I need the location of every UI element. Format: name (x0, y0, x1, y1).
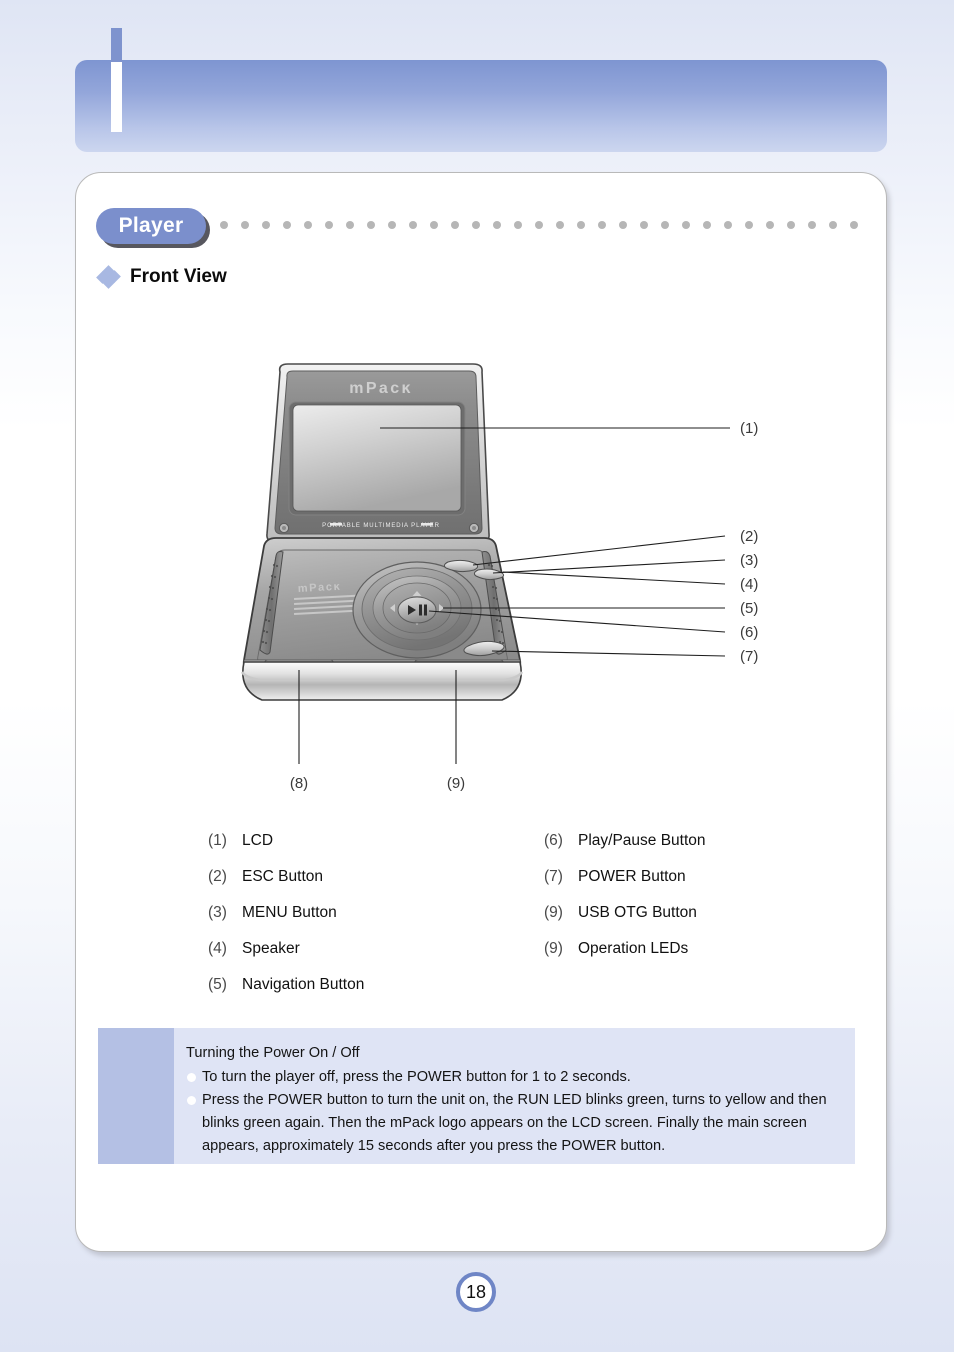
device-front-view-illustration: mPacĸ PORTABLE MULTIMEDIA PLAYER mPacĸ (… (190, 360, 790, 810)
bullet-icon (187, 1096, 196, 1105)
rule-dot (472, 221, 480, 229)
page-number-badge: 18 (456, 1272, 496, 1312)
note-title: Turning the Power On / Off (186, 1045, 360, 1061)
note-box-body: Turning the Power On / Off To turn the p… (186, 1042, 846, 1158)
legend-number: (3) (208, 904, 227, 921)
legend-row: (5) Navigation Button (208, 976, 364, 1012)
navigation-wheel (352, 561, 482, 659)
rule-dot (367, 221, 375, 229)
legend-column-left: (1) LCD (2) ESC Button (3) MENU Button (4) Spea… (208, 832, 364, 1012)
legend-label: Operation LEDs (578, 940, 689, 957)
legend-number: (7) (544, 868, 563, 885)
rule-dot (829, 221, 837, 229)
rule-dot (283, 221, 291, 229)
rule-dot (556, 221, 564, 229)
legend-row: (9) Operation LEDs (544, 940, 706, 976)
rule-dot (682, 221, 690, 229)
legend-label: LCD (242, 832, 274, 849)
dotted-rule (220, 221, 858, 230)
rule-dot (787, 221, 795, 229)
rule-dot (850, 221, 858, 229)
rule-dot (766, 221, 774, 229)
note-item: To turn the player off, press the POWER … (186, 1066, 846, 1089)
legend-row: (3) MENU Button (208, 904, 364, 940)
legend-number: (1) (208, 832, 227, 849)
callout-3: (3) (740, 552, 758, 569)
legend-label: USB OTG Button (578, 904, 697, 921)
rule-dot (409, 221, 417, 229)
rule-dot (262, 221, 270, 229)
section-tab-player[interactable]: Player (96, 208, 206, 244)
rule-dot (451, 221, 459, 229)
subheading-front-view: Front View (96, 265, 227, 289)
legend-number: (9) (544, 904, 563, 921)
note-item-text: To turn the player off, press the POWER … (202, 1069, 631, 1085)
lid-brand-logo: mPacĸ (349, 380, 413, 397)
rule-dot (325, 221, 333, 229)
rule-dot (220, 221, 228, 229)
callout-7: (7) (740, 648, 758, 665)
legend-row: (6) Play/Pause Button (544, 832, 706, 868)
legend-number: (2) (208, 868, 227, 885)
play-pause-button (397, 596, 437, 624)
rule-dot (535, 221, 543, 229)
rule-dot (388, 221, 396, 229)
note-item: Press the POWER button to turn the unit … (186, 1089, 846, 1158)
svg-text:mPacĸ: mPacĸ (298, 581, 342, 595)
rule-dot (346, 221, 354, 229)
rule-dot (661, 221, 669, 229)
legend-label: POWER Button (578, 868, 686, 885)
diamond-bullet-icon (96, 265, 121, 289)
legend-column-right: (6) Play/Pause Button (7) POWER Button (9) US… (544, 832, 706, 976)
legend-number: (6) (544, 832, 563, 849)
legend-row: (7) POWER Button (544, 868, 706, 904)
callout-9: (9) (447, 775, 465, 792)
legend-label: Play/Pause Button (578, 832, 706, 849)
rule-dot (640, 221, 648, 229)
callout-1: (1) (740, 420, 758, 437)
bullet-icon (187, 1073, 196, 1082)
note-box-accent (98, 1028, 174, 1164)
rule-dot (745, 221, 753, 229)
legend-row: (4) Speaker (208, 940, 364, 976)
rule-dot (304, 221, 312, 229)
device-base: mPacĸ (240, 537, 524, 701)
rule-dot (493, 221, 501, 229)
callout-5: (5) (740, 600, 758, 617)
legend-row: (1) LCD (208, 832, 364, 868)
lcd-screen (292, 404, 462, 512)
legend-label: Navigation Button (242, 976, 365, 993)
note-item-text: Press the POWER button to turn the unit … (202, 1092, 827, 1154)
rule-dot (619, 221, 627, 229)
page-number-label: 18 (465, 1281, 487, 1302)
callout-8: (8) (290, 775, 308, 792)
subheading-label: Front View (130, 266, 227, 287)
device-lid: mPacĸ PORTABLE MULTIMEDIA PLAYER (266, 363, 490, 543)
rule-dot (514, 221, 522, 229)
legend-number: (9) (544, 940, 563, 957)
legend-row: (2) ESC Button (208, 868, 364, 904)
rule-dot (241, 221, 249, 229)
lid-tagline: PORTABLE MULTIMEDIA PLAYER (322, 523, 439, 529)
callout-4: (4) (740, 576, 758, 593)
header-accent-bar-blue (111, 28, 122, 63)
legend-number: (5) (208, 976, 227, 993)
header-accent-bar-white (111, 62, 122, 132)
callout-6: (6) (740, 624, 758, 641)
callout-2: (2) (740, 528, 758, 545)
legend-number: (4) (208, 940, 227, 957)
rule-dot (808, 221, 816, 229)
rule-dot (703, 221, 711, 229)
note-box: Turning the Power On / Off To turn the p… (98, 1028, 855, 1164)
legend-label: Speaker (242, 940, 300, 957)
page-header-banner (75, 60, 887, 152)
rule-dot (598, 221, 606, 229)
legend-label: ESC Button (242, 868, 323, 885)
rule-dot (430, 221, 438, 229)
legend-row: (9) USB OTG Button (544, 904, 706, 940)
rule-dot (577, 221, 585, 229)
legend-label: MENU Button (242, 904, 337, 921)
section-tab-label: Player (118, 214, 184, 237)
rule-dot (724, 221, 732, 229)
